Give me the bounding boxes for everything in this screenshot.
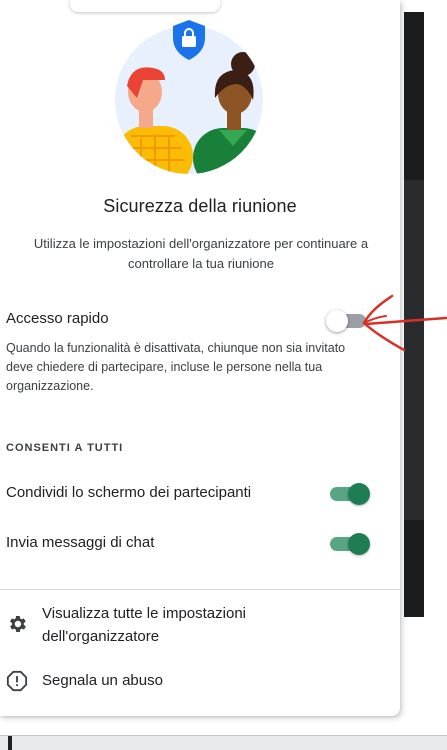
red-arrow-annotation [362,294,447,352]
share-screen-toggle[interactable] [326,482,370,506]
chat-messages-toggle[interactable] [326,532,370,556]
divider [0,589,400,590]
panel-title: Sicurezza della riunione [103,196,297,216]
chat-messages-label: Invia messaggi di chat [6,534,155,551]
view-organizer-settings-label: Visualizza tutte le impostazioni dell'or… [42,605,246,645]
gear-icon [10,616,26,632]
bottom-bar [0,735,447,750]
report-abuse-label: Segnala un abuso [42,672,163,689]
bottom-bar-marker [8,736,12,750]
report-icon [6,670,28,692]
quick-access-label: Accesso rapido [6,310,109,327]
toggle-thumb [348,483,370,505]
share-screen-label: Condividi lo schermo dei partecipanti [6,484,252,501]
allow-all-section-header: CONSENTI A TUTTI [6,442,124,454]
quick-access-description: Quando la funzionalità è disattivata, ch… [6,341,346,393]
report-abuse-item[interactable]: Segnala un abuso [0,668,400,696]
panel-subtitle: Utilizza le impostazioni dell'organizzat… [33,236,369,271]
toggle-thumb [348,533,370,555]
view-organizer-settings-item[interactable]: Visualizza tutte le impostazioni dell'or… [0,600,400,652]
security-illustration [115,20,263,174]
